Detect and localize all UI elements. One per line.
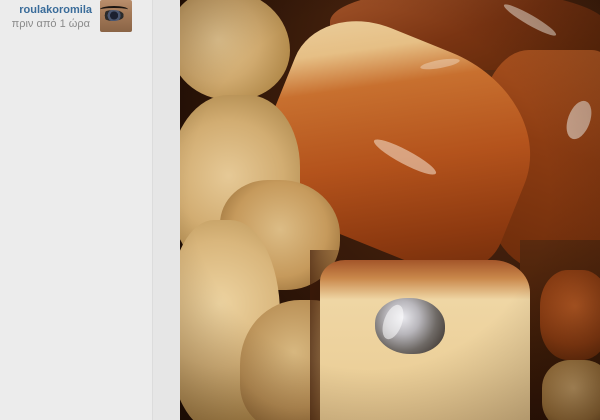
avatar-eye-detail xyxy=(102,10,124,21)
username-link[interactable]: roulakoromila xyxy=(19,4,92,16)
post-photo[interactable] xyxy=(180,0,600,420)
content-gutter xyxy=(153,0,180,420)
avatar[interactable] xyxy=(100,0,132,32)
post-timestamp: πριν από 1 ώρα xyxy=(11,18,90,30)
post-header: roulakoromila πριν από 1 ώρα xyxy=(0,0,152,36)
post-sidebar: roulakoromila πριν από 1 ώρα xyxy=(0,0,152,420)
photo-vignette xyxy=(180,0,600,420)
app-page: roulakoromila πριν από 1 ώρα xyxy=(0,0,600,420)
